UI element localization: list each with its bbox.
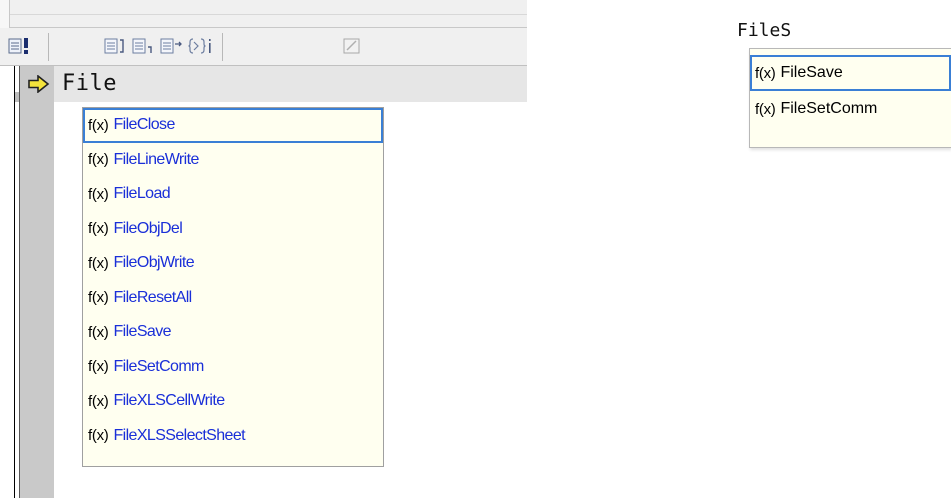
function-icon: f(x) [88, 254, 109, 272]
autocomplete-item[interactable]: f(x) FileClose [83, 108, 383, 143]
autocomplete-popup[interactable]: f(x) FileClose f(x) FileLineWrite f(x) FileLo… [82, 107, 384, 467]
breakpoint-margin[interactable] [20, 66, 54, 498]
current-line-arrow-icon [28, 74, 50, 94]
typed-code-text[interactable]: File [62, 71, 117, 96]
autocomplete-item[interactable]: f(x) FileLoad [83, 177, 383, 212]
function-icon: f(x) [88, 427, 109, 445]
autocomplete-item-label: FileLoad [113, 185, 171, 203]
autocomplete-item-label: FileSave [780, 64, 843, 81]
editor-tab-strip [0, 0, 527, 28]
typed-code-text[interactable]: FileS [737, 20, 791, 41]
autocomplete-item[interactable]: f(x) FileLineWrite [83, 143, 383, 178]
autocomplete-item[interactable]: f(x) FileSave [750, 55, 951, 91]
autocomplete-item[interactable]: f(x) FileObjDel [83, 212, 383, 247]
autocomplete-item[interactable]: f(x) FileSave [83, 315, 383, 350]
autocomplete-item-label: FileSetComm [113, 357, 204, 375]
autocomplete-popup[interactable]: f(x) FileSave f(x) FileSetComm [749, 48, 951, 148]
autocomplete-item-label: FileClose [113, 116, 175, 134]
autocomplete-item-label: FileObjDel [113, 219, 183, 237]
autocomplete-item-label: FileLineWrite [113, 150, 199, 168]
function-icon: f(x) [88, 358, 109, 376]
edit-icon[interactable] [342, 36, 362, 56]
autocomplete-item-label: FileObjWrite [113, 254, 194, 272]
step-over-icon[interactable] [132, 36, 156, 56]
autocomplete-item-label: FileResetAll [113, 288, 192, 306]
step-out-icon[interactable] [160, 36, 184, 56]
current-code-line[interactable] [54, 66, 527, 102]
autocomplete-item[interactable]: f(x) FileObjWrite [83, 246, 383, 281]
autocomplete-item-label: FileXLSCellWrite [113, 392, 225, 410]
function-icon: f(x) [88, 289, 109, 307]
autocomplete-item[interactable]: f(x) FileSetComm [750, 91, 951, 127]
run-to-cursor-icon[interactable] [188, 36, 216, 56]
breakpoint-icon[interactable] [8, 36, 34, 56]
debug-toolbar [0, 28, 527, 66]
function-icon: f(x) [88, 323, 109, 341]
tab-strip-edge [0, 0, 10, 28]
autocomplete-item[interactable]: f(x) FileSetComm [83, 350, 383, 385]
function-icon: f(x) [88, 151, 109, 169]
toolbar-separator [48, 33, 49, 61]
function-icon: f(x) [88, 392, 109, 410]
toolbar-separator [222, 33, 223, 61]
autocomplete-item[interactable]: f(x) FileResetAll [83, 281, 383, 316]
left-editor-panel: File f(x) FileClose f(x) FileLineWrite f(x) F… [0, 0, 527, 498]
step-into-icon[interactable] [104, 36, 128, 56]
function-icon: f(x) [88, 185, 109, 203]
tab-strip-line [10, 14, 527, 15]
function-icon: f(x) [755, 64, 776, 82]
autocomplete-item[interactable]: f(x) FileXLSCellWrite [83, 384, 383, 419]
function-icon: f(x) [88, 220, 109, 238]
function-icon: f(x) [88, 116, 109, 134]
function-icon: f(x) [755, 100, 776, 118]
autocomplete-item-label: FileXLSSelectSheet [113, 426, 245, 444]
autocomplete-item-label: FileSetComm [780, 100, 878, 117]
autocomplete-item[interactable]: f(x) FileXLSSelectSheet [83, 419, 383, 454]
autocomplete-item-label: FileSave [113, 323, 171, 341]
gutter-highlight [15, 92, 19, 102]
